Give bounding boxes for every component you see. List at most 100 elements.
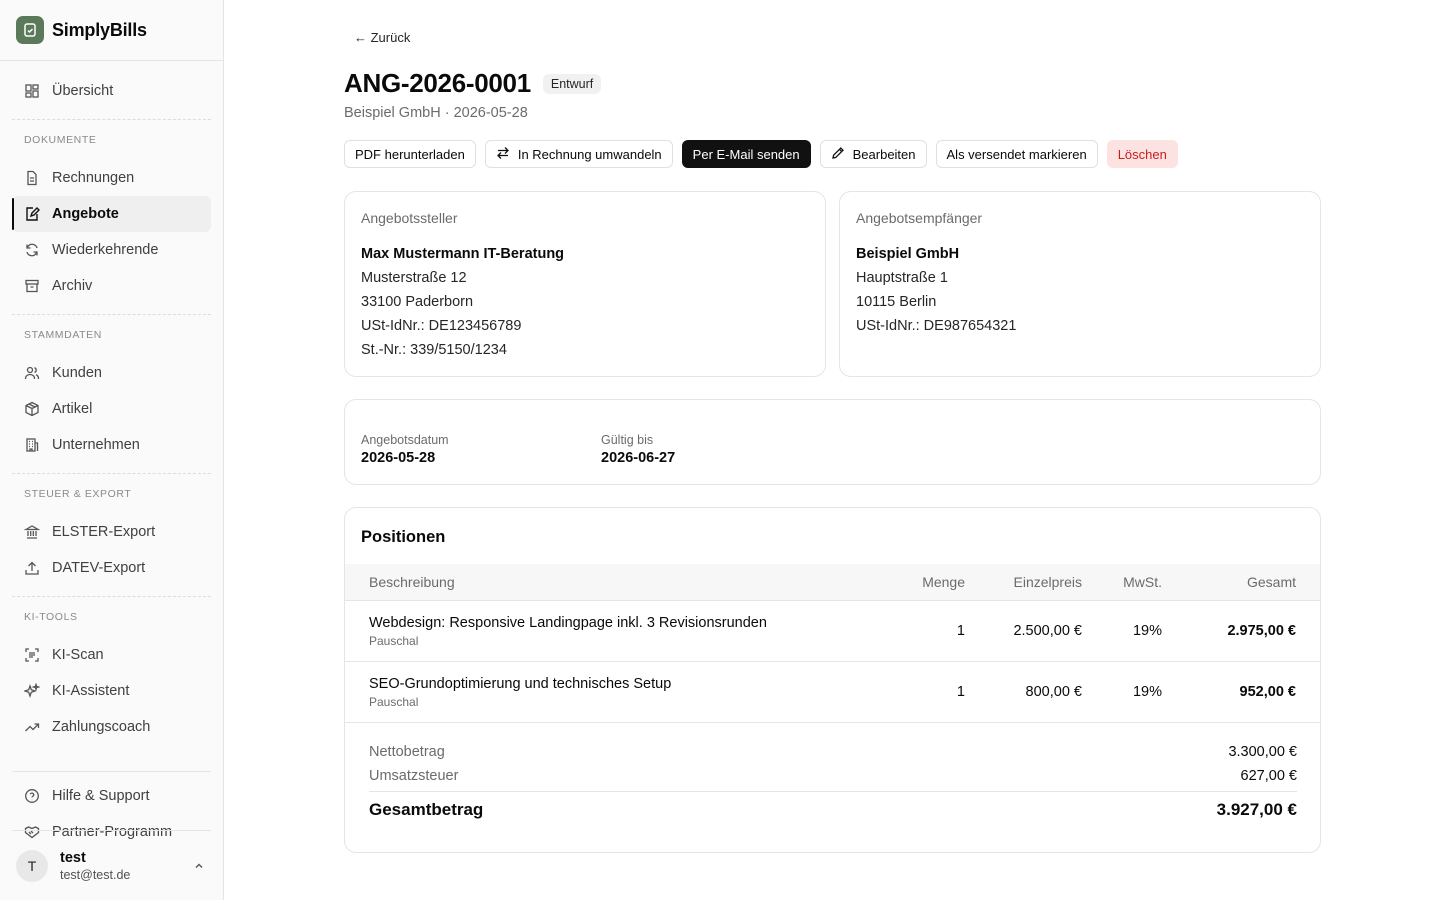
recipient-vat-id: USt-IdNr.: DE987654321	[856, 318, 1017, 334]
quote-date-value: 2026-05-28	[361, 450, 436, 466]
logo-icon	[16, 16, 44, 44]
net-total-value: 3.300,00 €	[1228, 744, 1297, 760]
issuer-city: 33100 Paderborn	[361, 294, 474, 310]
table-row[interactable]: SEO-Grundoptimierung und technisches Set…	[345, 662, 1320, 723]
sidebar-item-label: KI-Assistent	[52, 683, 130, 699]
column-header-vat: MwSt.	[1123, 574, 1162, 590]
issuer-card: Angebotssteller Max Mustermann IT-Beratu…	[344, 191, 826, 377]
item-unit: Pauschal	[369, 634, 419, 648]
recipient-label: Angebotsempfänger	[856, 210, 983, 226]
sidebar-item-elster[interactable]: ELSTER-Export	[12, 514, 211, 550]
quote-date-label: Angebotsdatum	[361, 433, 449, 447]
dashboard-icon	[24, 83, 40, 99]
document-icon	[24, 170, 40, 186]
sidebar-item-label: Unternehmen	[52, 437, 140, 453]
sidebar-item-label: Rechnungen	[52, 170, 135, 186]
bank-icon	[24, 524, 40, 540]
sidebar-item-label: Archiv	[52, 278, 93, 294]
sidebar-item-kiassistant[interactable]: KI-Assistent	[12, 673, 211, 709]
section-label-master: STAMMDATEN	[24, 329, 102, 341]
pencil-icon	[831, 146, 845, 163]
issuer-street: Musterstraße 12	[361, 270, 467, 286]
button-label: Löschen	[1117, 146, 1167, 162]
divider	[369, 791, 1297, 792]
sidebar-item-label: Angebote	[52, 206, 119, 222]
user-email: test@test.de	[60, 867, 131, 882]
gross-total-row: Gesamtbetrag 3.927,00 €	[369, 800, 1297, 820]
sidebar-item-label: Zahlungscoach	[52, 719, 151, 735]
send-email-button[interactable]: Per E-Mail senden	[681, 140, 811, 168]
avatar: T	[16, 849, 48, 882]
item-vat: 19%	[1132, 623, 1162, 639]
sidebar-item-quotes[interactable]: Angebote	[12, 196, 211, 232]
sidebar-item-paycoach[interactable]: Zahlungscoach	[12, 709, 211, 745]
valid-until-value: 2026-06-27	[601, 450, 676, 466]
user-menu[interactable]: T test test@test.de	[0, 831, 223, 900]
issuer-tax-number: St.-Nr.: 339/5150/1234	[361, 342, 507, 358]
positions-card: Positionen Beschreibung Menge Einzelprei…	[344, 507, 1321, 853]
item-description: Webdesign: Responsive Landingpage inkl. …	[369, 615, 767, 631]
net-total-label: Nettobetrag	[369, 744, 445, 760]
button-label: Als versendet markieren	[946, 146, 1087, 162]
table-header: Beschreibung Menge Einzelpreis MwSt. Ges…	[345, 564, 1320, 601]
title-row: ANG-2026-0001 Entwurf	[344, 68, 602, 99]
totals: Nettobetrag 3.300,00 € Umsatzsteuer 627,…	[369, 740, 1297, 820]
sparkles-icon	[24, 683, 40, 699]
sidebar-item-label: Kunden	[52, 365, 102, 381]
trending-up-icon	[24, 719, 40, 735]
mark-sent-button[interactable]: Als versendet markieren	[935, 140, 1098, 168]
item-quantity: 1	[956, 623, 965, 639]
sidebar-item-invoices[interactable]: Rechnungen	[12, 160, 211, 196]
sidebar-item-label: Artikel	[52, 401, 93, 417]
download-pdf-button[interactable]: PDF herunterladen	[344, 140, 476, 168]
valid-until-label: Gültig bis	[601, 433, 654, 447]
page-title: ANG-2026-0001	[344, 68, 531, 98]
dates-card: Angebotsdatum 2026-05-28 Gültig bis 2026…	[344, 399, 1321, 485]
sidebar-item-archive[interactable]: Archiv	[12, 268, 211, 304]
scan-icon	[24, 647, 40, 663]
column-header-quantity: Menge	[922, 574, 965, 590]
issuer-vat-id: USt-IdNr.: DE123456789	[361, 318, 522, 334]
action-bar: PDF herunterladen In Rechnung umwandeln …	[344, 140, 1178, 168]
column-header-description: Beschreibung	[369, 574, 455, 590]
gross-total-value: 3.927,00 €	[1216, 800, 1297, 819]
sidebar-item-articles[interactable]: Artikel	[12, 391, 211, 427]
sidebar-item-datev[interactable]: DATEV-Export	[12, 550, 211, 586]
issuer-name: Max Mustermann IT-Beratung	[361, 246, 565, 262]
sidebar-item-help[interactable]: Hilfe & Support	[12, 778, 211, 814]
section-label-tax: STEUER & EXPORT	[24, 488, 132, 500]
sidebar-item-customers[interactable]: Kunden	[12, 355, 211, 391]
item-unit: Pauschal	[369, 695, 419, 709]
delete-button[interactable]: Löschen	[1106, 140, 1178, 168]
brand[interactable]: SimplyBills	[0, 0, 223, 61]
gross-total-label: Gesamtbetrag	[369, 800, 484, 819]
convert-to-invoice-button[interactable]: In Rechnung umwandeln	[484, 140, 673, 168]
tax-total-label: Umsatzsteuer	[369, 768, 459, 784]
recipient-name: Beispiel GmbH	[856, 246, 960, 262]
quote-date: Angebotsdatum 2026-05-28	[361, 433, 449, 466]
sidebar: SimplyBills Übersicht DOKUMENTE Rechnung…	[0, 0, 224, 900]
table-row[interactable]: Webdesign: Responsive Landingpage inkl. …	[345, 601, 1320, 662]
chevron-up-icon	[193, 859, 205, 877]
user-name: test	[60, 849, 86, 866]
item-unit-price: 2.500,00 €	[1013, 623, 1082, 639]
sidebar-item-label: Übersicht	[52, 83, 114, 99]
sidebar-item-kiscan[interactable]: KI-Scan	[12, 637, 211, 673]
sidebar-item-label: Wiederkehrende	[52, 242, 159, 258]
users-icon	[24, 365, 40, 381]
edit-button[interactable]: Bearbeiten	[819, 140, 927, 168]
sidebar-item-label: Hilfe & Support	[52, 788, 150, 804]
item-total: 2.975,00 €	[1227, 623, 1296, 639]
package-icon	[24, 401, 40, 417]
recipient-city: 10115 Berlin	[856, 294, 937, 310]
sidebar-item-recurring[interactable]: Wiederkehrende	[12, 232, 211, 268]
sidebar-item-label: DATEV-Export	[52, 560, 146, 576]
item-quantity: 1	[956, 684, 965, 700]
back-link[interactable]: ← Zurück	[354, 30, 410, 45]
sidebar-item-overview[interactable]: Übersicht	[12, 73, 211, 109]
item-total: 952,00 €	[1239, 684, 1296, 700]
sidebar-nav: Übersicht DOKUMENTE Rechnungen Angebote …	[0, 61, 223, 850]
section-label-documents: DOKUMENTE	[24, 134, 97, 146]
sidebar-item-company[interactable]: Unternehmen	[12, 427, 211, 463]
swap-icon	[496, 146, 510, 163]
